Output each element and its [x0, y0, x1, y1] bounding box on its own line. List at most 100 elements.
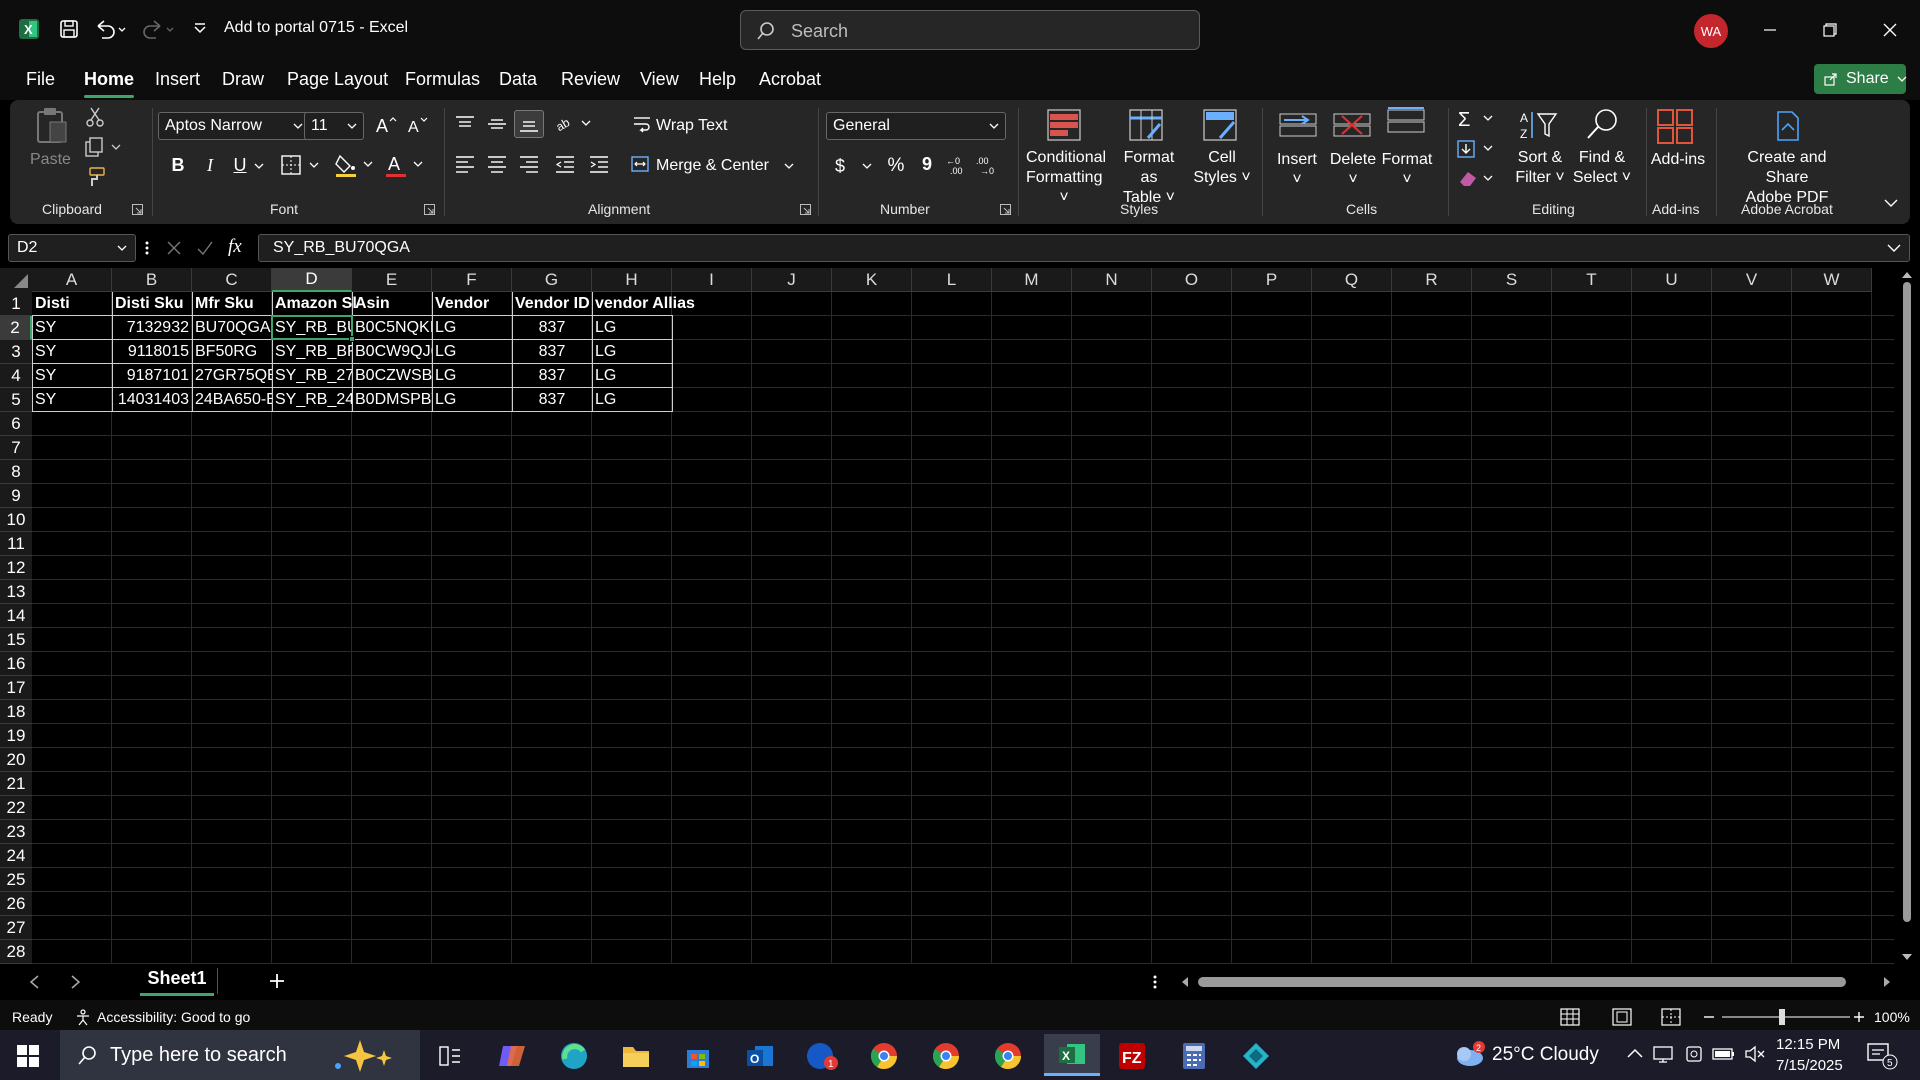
number-format-dropdown[interactable]: General — [826, 112, 1006, 140]
tab-formulas[interactable]: Formulas — [405, 69, 480, 90]
header-cell[interactable]: Amazon Sl — [272, 292, 357, 316]
delete-cells-button[interactable]: Delete ˅ — [1328, 150, 1378, 190]
battery-icon[interactable] — [1712, 1046, 1736, 1062]
normal-view-icon[interactable] — [1560, 1008, 1580, 1026]
customize-toolbar-icon[interactable] — [188, 14, 212, 44]
decrease-decimal-icon[interactable]: .00 →0 — [976, 154, 1000, 176]
column-header-m[interactable]: M — [992, 268, 1072, 292]
page-layout-view-icon[interactable] — [1612, 1008, 1632, 1026]
table-cell[interactable]: SY_RB_24E — [272, 388, 352, 412]
prev-sheet-icon[interactable] — [28, 974, 40, 990]
network-icon[interactable] — [1652, 1044, 1674, 1064]
row-header-3[interactable]: 3 — [0, 340, 32, 364]
align-bottom-icon[interactable] — [514, 110, 544, 138]
fill-color-icon[interactable] — [334, 152, 376, 178]
table-cell[interactable]: LG — [592, 316, 672, 340]
filezilla-icon[interactable]: FZ — [1112, 1038, 1152, 1074]
format-cells-button[interactable]: Format ˅ — [1380, 150, 1434, 190]
borders-icon[interactable] — [280, 154, 322, 176]
column-header-p[interactable]: P — [1232, 268, 1312, 292]
column-header-j[interactable]: J — [752, 268, 832, 292]
delete-cells-icon[interactable] — [1332, 108, 1372, 142]
task-view-icon[interactable] — [430, 1038, 470, 1074]
table-cell[interactable]: LG — [432, 340, 512, 364]
column-header-l[interactable]: L — [912, 268, 992, 292]
table-cell[interactable]: 9118015 — [112, 340, 192, 364]
table-cell[interactable]: B0C5NQKI — [352, 316, 432, 340]
header-cell[interactable]: vendor Allias — [592, 292, 732, 316]
align-left-icon[interactable] — [454, 154, 476, 174]
merge-center-button[interactable]: Merge & Center — [656, 156, 769, 176]
row-header-13[interactable]: 13 — [0, 580, 32, 604]
close-icon[interactable] — [1870, 14, 1910, 46]
italic-button[interactable]: I — [202, 155, 218, 175]
expand-formula-bar-icon[interactable] — [1887, 241, 1901, 255]
clock-date[interactable]: 7/15/2025 — [1776, 1057, 1843, 1074]
row-header-10[interactable]: 10 — [0, 508, 32, 532]
redo-icon[interactable] — [138, 14, 178, 44]
table-cell[interactable]: SY_RB_270 — [272, 364, 352, 388]
row-header-11[interactable]: 11 — [0, 532, 32, 556]
column-header-u[interactable]: U — [1632, 268, 1712, 292]
tab-home[interactable]: Home — [84, 69, 134, 90]
tab-view[interactable]: View — [640, 69, 679, 90]
column-header-g[interactable]: G — [512, 268, 592, 292]
column-header-h[interactable]: H — [592, 268, 672, 292]
accessibility-status[interactable]: Accessibility: Good to go — [97, 1009, 250, 1025]
table-cell[interactable]: 837 — [512, 388, 592, 412]
percent-button[interactable]: % — [886, 156, 906, 176]
row-header-18[interactable]: 18 — [0, 700, 32, 724]
table-cell[interactable]: SY_RB_BF5 — [272, 340, 352, 364]
zoom-slider-track[interactable] — [1722, 1016, 1850, 1018]
calendar-app-icon[interactable]: 1 — [802, 1038, 842, 1074]
row-header-21[interactable]: 21 — [0, 772, 32, 796]
tab-review[interactable]: Review — [561, 69, 620, 90]
column-header-c[interactable]: C — [192, 268, 272, 292]
sheet-tab-sheet1[interactable]: Sheet1 — [140, 964, 214, 996]
tab-acrobat[interactable]: Acrobat — [759, 69, 821, 90]
zoom-slider-thumb[interactable] — [1779, 1009, 1785, 1025]
table-cell[interactable]: B0DMSPBV — [352, 388, 432, 412]
windows-start-icon[interactable] — [16, 1044, 40, 1068]
table-cell[interactable]: 24BA650-E — [192, 388, 272, 412]
align-right-icon[interactable] — [518, 154, 540, 174]
column-header-b[interactable]: B — [112, 268, 192, 292]
row-header-12[interactable]: 12 — [0, 556, 32, 580]
show-hidden-icons-icon[interactable] — [1626, 1046, 1644, 1060]
more-tabs-icon[interactable] — [1152, 974, 1158, 990]
table-cell[interactable]: BF50RG — [192, 340, 272, 364]
cell-styles-icon[interactable] — [1202, 108, 1238, 142]
row-header-22[interactable]: 22 — [0, 796, 32, 820]
table-cell[interactable]: 837 — [512, 316, 592, 340]
table-cell[interactable]: B0CZWSBT — [352, 364, 432, 388]
row-header-24[interactable]: 24 — [0, 844, 32, 868]
conditional-formatting-icon[interactable] — [1046, 108, 1082, 142]
row-header-25[interactable]: 25 — [0, 868, 32, 892]
zoom-in-icon[interactable] — [1852, 1008, 1866, 1026]
table-cell[interactable]: B0CW9QJ6 — [352, 340, 432, 364]
align-center-icon[interactable] — [486, 154, 508, 174]
zoom-out-icon[interactable] — [1702, 1008, 1716, 1026]
chrome-icon[interactable] — [864, 1038, 904, 1074]
decrease-font-icon[interactable]: A — [406, 114, 430, 136]
next-sheet-icon[interactable] — [70, 974, 82, 990]
row-header-19[interactable]: 19 — [0, 724, 32, 748]
table-cell[interactable]: 837 — [512, 340, 592, 364]
format-as-table-button[interactable]: Format as Table ˅ — [1114, 148, 1184, 208]
outlook-icon[interactable]: O — [740, 1038, 780, 1074]
row-header-28[interactable]: 28 — [0, 940, 32, 964]
insert-cells-icon[interactable] — [1278, 108, 1318, 142]
table-cell[interactable]: LG — [432, 364, 512, 388]
format-as-table-icon[interactable] — [1128, 108, 1164, 142]
app-diamond-icon[interactable] — [1236, 1038, 1276, 1074]
row-header-6[interactable]: 6 — [0, 412, 32, 436]
table-cell[interactable]: 7132932 — [112, 316, 192, 340]
insert-cells-button[interactable]: Insert ˅ — [1274, 150, 1320, 190]
number-launcher-icon[interactable] — [1000, 204, 1011, 215]
scroll-left-icon[interactable] — [1180, 976, 1190, 988]
sort-filter-icon[interactable]: AZ — [1518, 108, 1558, 142]
vertical-scrollbar[interactable] — [1894, 268, 1920, 964]
column-header-f[interactable]: F — [432, 268, 512, 292]
add-ins-button[interactable]: Add-ins — [1646, 150, 1710, 170]
merge-options-icon[interactable] — [784, 162, 794, 170]
